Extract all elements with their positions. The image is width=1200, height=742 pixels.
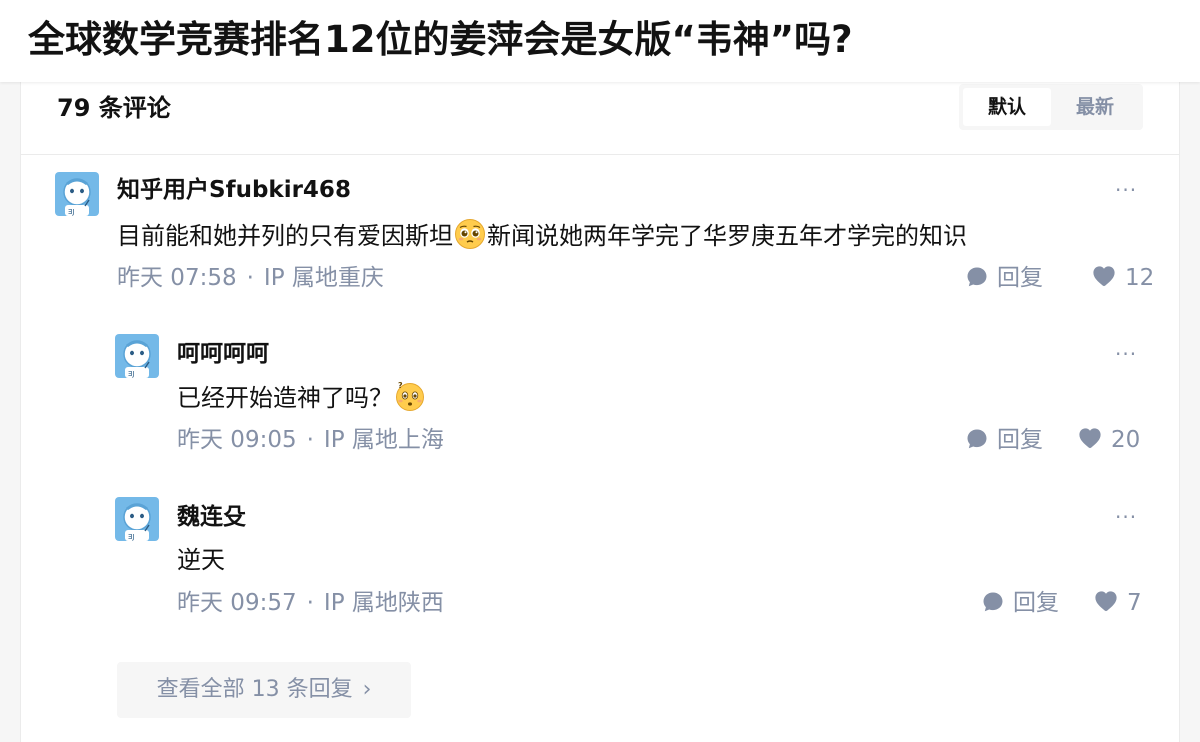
meta-separator: · bbox=[246, 265, 254, 291]
reply-label: 回复 bbox=[997, 265, 1043, 291]
question-header: 全球数学竞赛排名12位的姜萍会是女版“韦神”吗? bbox=[0, 0, 1200, 82]
comment-author[interactable]: 魏连殳 bbox=[177, 501, 246, 533]
comment-ip-location: IP 属地上海 bbox=[323, 427, 444, 453]
comment-ip-location: IP 属地陕西 bbox=[323, 590, 444, 616]
sort-latest-tab[interactable]: 最新 bbox=[1051, 88, 1139, 126]
default-avatar-icon bbox=[115, 497, 159, 541]
reply-item: 魏连殳 ··· 逆天 昨天 09:57 · IP 属地陕西 回复 7 bbox=[115, 497, 1145, 627]
default-avatar-icon bbox=[115, 334, 159, 378]
comment-content: 逆天 bbox=[177, 543, 225, 577]
like-button[interactable]: 12 bbox=[1091, 262, 1154, 294]
comment-meta: 昨天 09:57 · IP 属地陕西 bbox=[177, 587, 444, 619]
more-icon[interactable]: ··· bbox=[1115, 180, 1137, 200]
reply-label: 回复 bbox=[997, 427, 1043, 453]
avatar[interactable] bbox=[55, 172, 99, 216]
reply-button[interactable]: 回复 bbox=[965, 424, 1043, 456]
comment-time: 昨天 07:58 bbox=[117, 265, 237, 291]
heart-icon bbox=[1077, 425, 1103, 451]
default-avatar-icon bbox=[55, 172, 99, 216]
comment-text: 目前能和她并列的只有爱因斯坦 bbox=[117, 222, 453, 250]
question-title[interactable]: 全球数学竞赛排名12位的姜萍会是女版“韦神”吗? bbox=[28, 14, 853, 66]
sort-switch: 默认 最新 bbox=[959, 84, 1143, 130]
like-button[interactable]: 20 bbox=[1077, 424, 1140, 456]
view-all-label: 查看全部 13 条回复 bbox=[156, 677, 353, 702]
comment-meta: 昨天 07:58 · IP 属地重庆 bbox=[117, 262, 384, 294]
meta-separator: · bbox=[306, 590, 314, 616]
more-icon[interactable]: ··· bbox=[1115, 507, 1137, 527]
comments-header: 79 条评论 默认 最新 bbox=[21, 82, 1179, 155]
comment-bubble-icon bbox=[965, 265, 989, 289]
comment-time: 昨天 09:57 bbox=[177, 590, 297, 616]
avatar[interactable] bbox=[115, 334, 159, 378]
reply-button[interactable]: 回复 bbox=[965, 262, 1043, 294]
comment-content: 已经开始造神了吗？ bbox=[177, 380, 427, 415]
more-icon[interactable]: ··· bbox=[1115, 344, 1137, 364]
comment-content: 目前能和她并列的只有爱因斯坦 新闻说她两年学完了华罗庚五年才学完的知识 bbox=[117, 218, 967, 253]
reply-label: 回复 bbox=[1013, 590, 1059, 616]
comment-time: 昨天 09:05 bbox=[177, 427, 297, 453]
view-all-replies-button[interactable]: 查看全部 13 条回复 › bbox=[117, 662, 411, 718]
comment-item: 知乎用户Sfubkir468 ··· 目前能和她并列的只有爱因斯坦 新闻说她两年学… bbox=[55, 172, 1154, 302]
comment-meta: 昨天 09:05 · IP 属地上海 bbox=[177, 424, 444, 456]
heart-icon bbox=[1091, 263, 1117, 289]
comments-card: 79 条评论 默认 最新 知乎用户Sfubkir468 ··· 目前能和她并列的… bbox=[20, 82, 1180, 742]
like-count: 7 bbox=[1127, 590, 1142, 616]
like-button[interactable]: 7 bbox=[1093, 587, 1142, 619]
comment-ip-location: IP 属地重庆 bbox=[263, 265, 384, 291]
comment-count: 79 条评论 bbox=[57, 94, 171, 122]
comment-author[interactable]: 呵呵呵呵 bbox=[177, 338, 269, 370]
sort-default-tab[interactable]: 默认 bbox=[963, 88, 1051, 126]
comment-text: 已经开始造神了吗？ bbox=[177, 384, 393, 412]
reply-button[interactable]: 回复 bbox=[981, 587, 1059, 619]
comment-text: 逆天 bbox=[177, 546, 225, 574]
reply-item: 呵呵呵呵 ··· 已经开始造神了吗？ 昨天 09:05 · IP 属地上海 回复 2… bbox=[115, 334, 1145, 464]
comment-text-continued: 新闻说她两年学完了华罗庚五年才学完的知识 bbox=[487, 222, 967, 250]
comment-bubble-icon bbox=[965, 427, 989, 451]
like-count: 12 bbox=[1125, 265, 1155, 291]
confused-face-emoji bbox=[394, 380, 426, 412]
heart-icon bbox=[1093, 588, 1119, 614]
like-count: 20 bbox=[1111, 427, 1141, 453]
avatar[interactable] bbox=[115, 497, 159, 541]
comment-bubble-icon bbox=[981, 590, 1005, 614]
meta-separator: · bbox=[306, 427, 314, 453]
pleading-face-emoji bbox=[454, 218, 486, 250]
comment-author[interactable]: 知乎用户Sfubkir468 bbox=[117, 174, 351, 206]
chevron-right-icon: › bbox=[362, 677, 372, 702]
